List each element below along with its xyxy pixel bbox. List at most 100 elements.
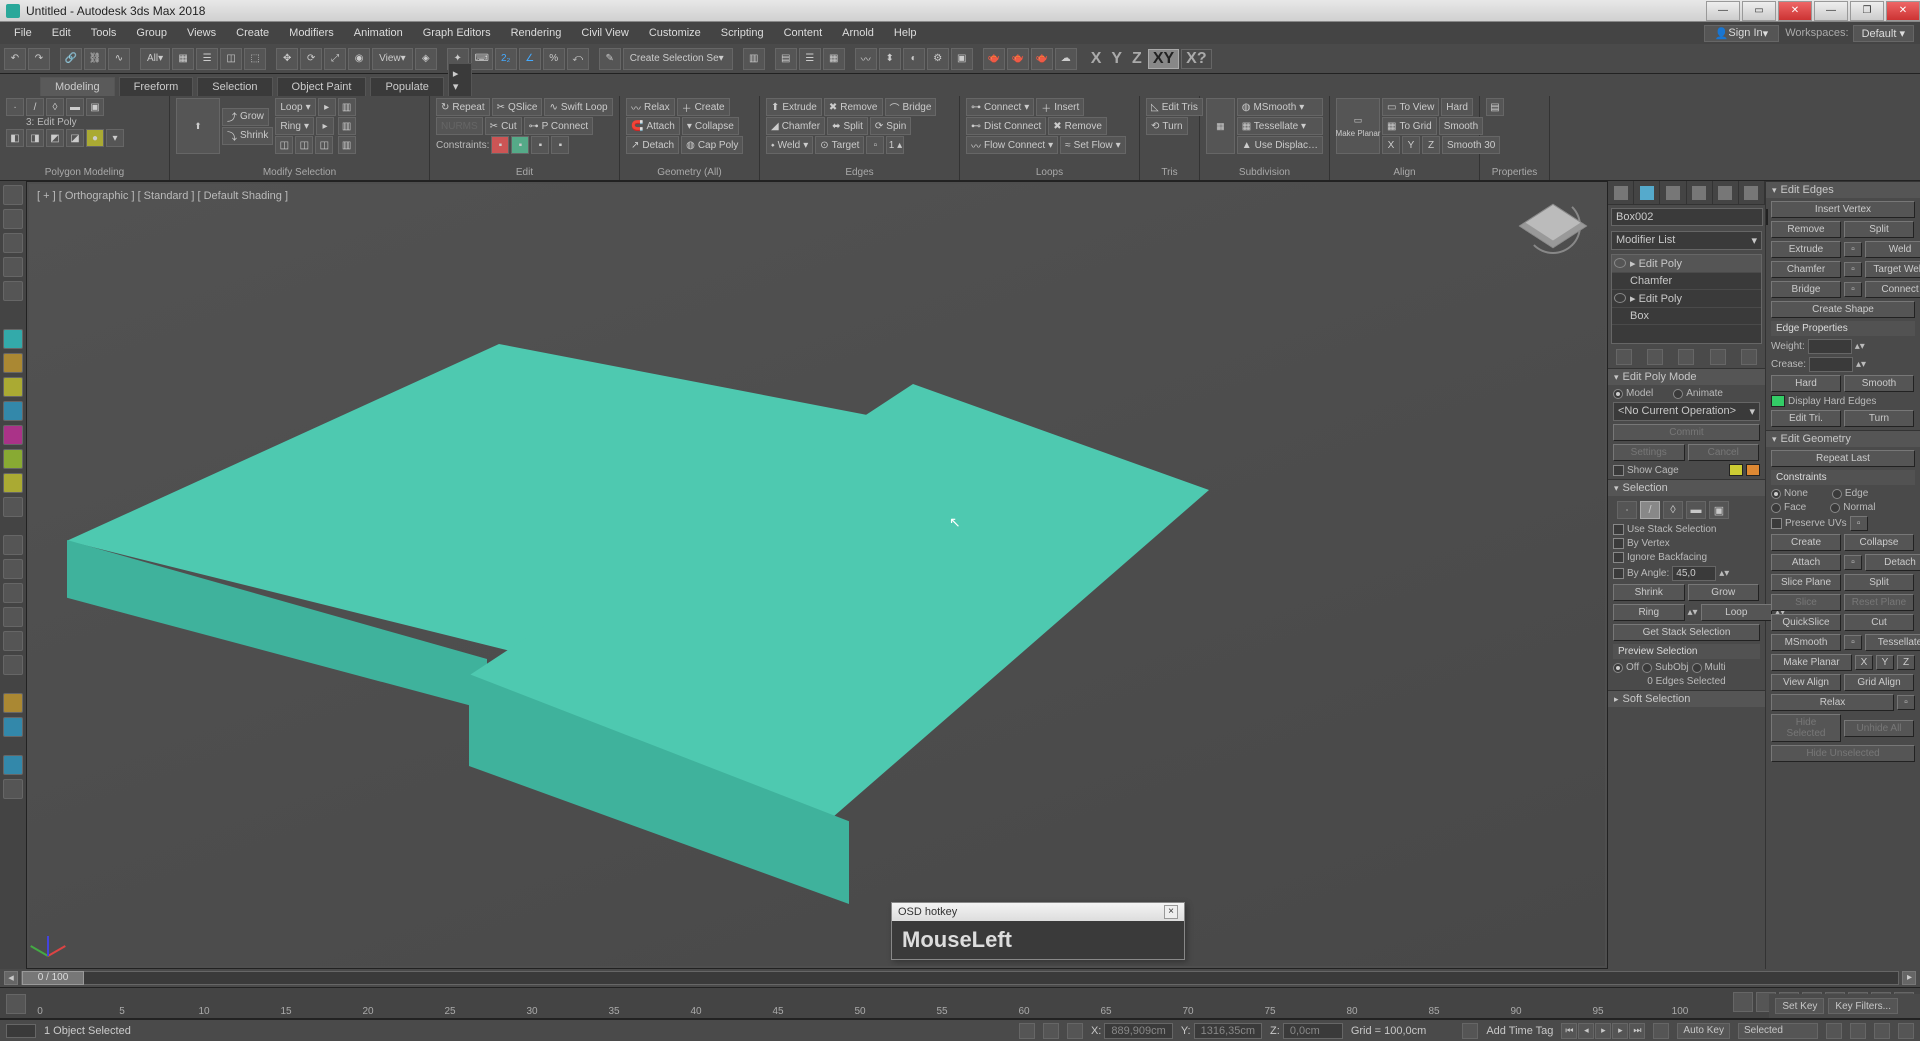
redo-button[interactable]: ↷ — [28, 48, 50, 70]
mode-model[interactable] — [1613, 389, 1623, 399]
preserve-uv-check[interactable] — [1771, 518, 1782, 529]
xform-type-icon[interactable] — [1067, 1023, 1083, 1039]
con-none[interactable] — [1771, 489, 1781, 499]
rb-softsel[interactable]: ◩ — [46, 129, 64, 147]
hide-unsel-button[interactable]: Hide Unselected — [1771, 745, 1915, 762]
rb-misc2[interactable]: ● — [86, 129, 104, 147]
angle-snap-button[interactable]: ∠ — [519, 48, 541, 70]
isolate-icon[interactable] — [1043, 1023, 1059, 1039]
pivot-button[interactable]: ◈ — [415, 48, 437, 70]
material-button[interactable]: ◐ — [903, 48, 925, 70]
lt-c7[interactable] — [3, 473, 23, 493]
by-angle-check[interactable] — [1613, 568, 1624, 579]
menu-arnold[interactable]: Arnold — [832, 22, 884, 44]
rb-cappoly[interactable]: ◍ Cap Poly — [681, 136, 743, 154]
lt-3[interactable] — [3, 233, 23, 253]
z-value[interactable]: 0,0cm — [1283, 1023, 1343, 1039]
select-region-button[interactable]: ◫ — [220, 48, 242, 70]
rb-relax[interactable]: 〰 Relax — [626, 98, 675, 116]
menu-customize[interactable]: Customize — [639, 22, 711, 44]
cp-tab-hierarchy[interactable] — [1660, 181, 1686, 204]
unhide-all-button[interactable]: Unhide All — [1844, 720, 1914, 737]
sel-element[interactable]: ▣ — [1709, 501, 1729, 519]
con-edge[interactable] — [1832, 489, 1842, 499]
cage-color1[interactable] — [1729, 464, 1743, 476]
lt-4[interactable] — [3, 257, 23, 277]
ribbon-tab-populate[interactable]: Populate — [370, 77, 443, 96]
rb-smooth[interactable]: Smooth — [1439, 117, 1483, 135]
render-prod-button[interactable]: 🫖 — [983, 48, 1005, 70]
lt-d2[interactable] — [3, 717, 23, 737]
connect-button[interactable]: Connect — [1865, 281, 1920, 298]
set-key-button[interactable]: Set Key — [1775, 998, 1824, 1014]
remove-button[interactable]: Remove — [1771, 221, 1841, 238]
attach-button[interactable]: Attach — [1771, 554, 1841, 571]
rb-prop1[interactable]: ▤ — [1486, 98, 1504, 116]
lt-c2[interactable] — [3, 353, 23, 373]
minimize-button[interactable]: — — [1706, 1, 1740, 21]
lt-c5[interactable] — [3, 425, 23, 445]
chamfer-opt[interactable]: ▫ — [1844, 262, 1862, 277]
set-key-icon[interactable] — [6, 994, 26, 1014]
preview-multi[interactable] — [1692, 663, 1702, 673]
ribbon-tab-modeling[interactable]: Modeling — [40, 77, 115, 96]
rb-connect[interactable]: ⊶ Connect ▾ — [966, 98, 1034, 116]
stack-chamfer[interactable]: Chamfer — [1612, 273, 1761, 290]
rb-cut[interactable]: ✂ Cut — [485, 117, 522, 135]
move-button[interactable]: ✥ — [276, 48, 298, 70]
lt-1[interactable] — [3, 185, 23, 205]
lt-c3[interactable] — [3, 377, 23, 397]
menu-file[interactable]: File — [4, 22, 42, 44]
rollout-editpolymode[interactable]: ▾Edit Poly Mode — [1608, 369, 1765, 385]
tessellate-button[interactable]: Tessellate — [1865, 634, 1920, 651]
stack-edit-poly-2[interactable]: ▸ Edit Poly — [1612, 290, 1761, 308]
rb-chamfer[interactable]: ◢ Chamfer — [766, 117, 825, 135]
mirror-button[interactable]: ▥ — [743, 48, 765, 70]
unlink-button[interactable]: ⛓ — [84, 48, 106, 70]
rb-makeplanar-big[interactable]: ▭Make Planar — [1336, 98, 1380, 154]
link-button[interactable]: 🔗 — [60, 48, 82, 70]
cp-tab-motion[interactable] — [1687, 181, 1713, 204]
edit-tri-button[interactable]: Edit Tri. — [1771, 410, 1841, 427]
rb-tessellate[interactable]: ▦ Tessellate ▾ — [1237, 117, 1323, 135]
viewport[interactable]: [ + ] [ Orthographic ] [ Standard ] [ De… — [29, 184, 1605, 966]
rb-ax[interactable]: X — [1382, 136, 1400, 154]
smooth-button[interactable]: Smooth — [1844, 375, 1914, 392]
osd-hotkey-window[interactable]: OSD hotkey× MouseLeft — [891, 902, 1185, 960]
con-face[interactable] — [1771, 503, 1781, 513]
viewport-label[interactable]: [ + ] [ Orthographic ] [ Standard ] [ De… — [37, 190, 288, 202]
select-button[interactable]: ▦ — [172, 48, 194, 70]
placement-button[interactable]: ◉ — [348, 48, 370, 70]
grow-button[interactable]: Grow — [1688, 584, 1760, 601]
show-cage-check[interactable] — [1613, 465, 1624, 476]
use-stack-check[interactable] — [1613, 524, 1624, 535]
rollout-editedges[interactable]: ▾Edit Edges — [1766, 182, 1920, 198]
lt-e1[interactable] — [3, 755, 23, 775]
repeat-last-button[interactable]: Repeat Last — [1771, 450, 1915, 467]
weld-button[interactable]: Weld — [1865, 241, 1920, 258]
current-op-dropdown[interactable]: <No Current Operation>▾ — [1613, 402, 1760, 421]
percent-snap-button[interactable]: % — [543, 48, 565, 70]
hide-sel-button[interactable]: Hide Selected — [1771, 714, 1841, 742]
nav-1[interactable] — [1826, 1023, 1842, 1039]
mode-animate[interactable] — [1673, 389, 1683, 399]
rb-ms1[interactable]: ◫ — [275, 136, 293, 154]
lt-c8[interactable] — [3, 497, 23, 517]
menu-help[interactable]: Help — [884, 22, 927, 44]
menu-edit[interactable]: Edit — [42, 22, 81, 44]
by-angle-value[interactable] — [1672, 566, 1716, 581]
rb-togrid[interactable]: ▦ To Grid — [1382, 117, 1437, 135]
sel-border[interactable]: ◊ — [1663, 501, 1683, 519]
bridge-opt[interactable]: ▫ — [1844, 282, 1862, 297]
modifier-list-dropdown[interactable]: Modifier List▾ — [1611, 231, 1762, 250]
rb-hard[interactable]: Hard — [1441, 98, 1473, 116]
layer-button[interactable]: ☰ — [799, 48, 821, 70]
ribbon-toggle-button[interactable]: ▦ — [823, 48, 845, 70]
rb-insert[interactable]: ＋ Insert — [1036, 98, 1084, 116]
refcoord-dropdown[interactable]: View ▾ — [372, 48, 413, 70]
rb-con4[interactable]: ▪ — [551, 136, 569, 154]
ribbon-tab-objectpaint[interactable]: Object Paint — [277, 77, 367, 96]
rb-loop-opt[interactable]: ▸ — [318, 98, 336, 116]
stack-unique[interactable] — [1678, 349, 1694, 365]
by-vertex-check[interactable] — [1613, 538, 1624, 549]
